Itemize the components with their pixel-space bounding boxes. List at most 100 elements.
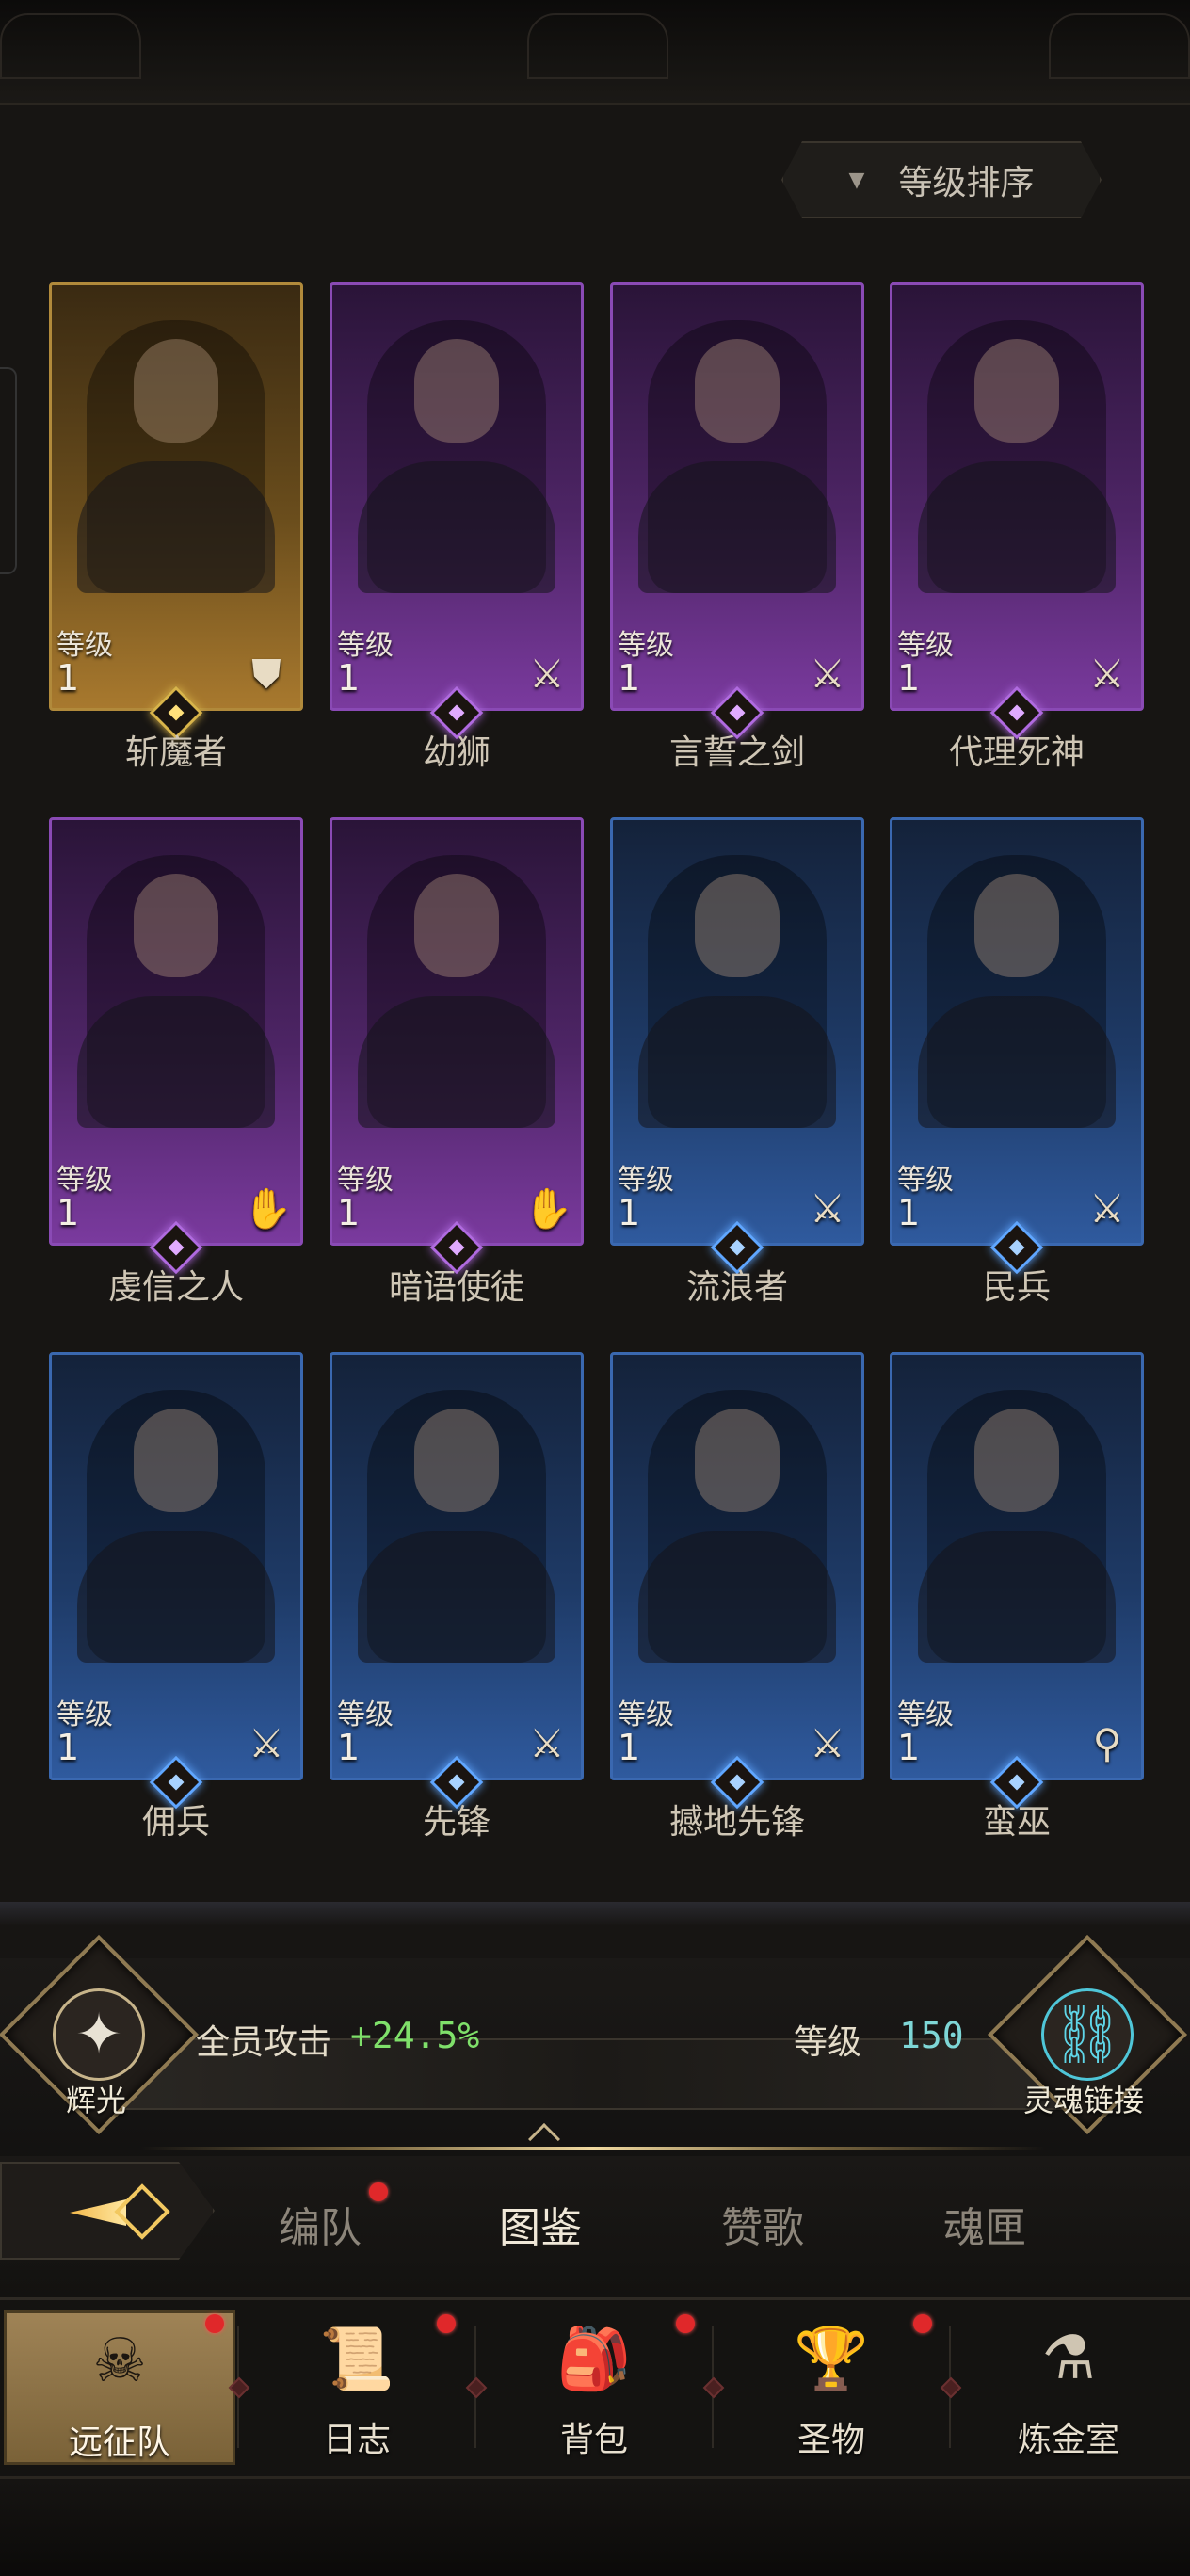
shield-icon: ⛊ [251, 651, 281, 697]
hero-name: 虔信之人 [107, 1268, 244, 1307]
hero-portrait [918, 855, 1116, 1128]
tab-soul-box[interactable]: 魂匣 [943, 2194, 1026, 2254]
hero-card[interactable]: 等级 1 ⚔ 民兵 [890, 817, 1144, 1307]
level-value: 1 [337, 1727, 361, 1768]
hero-name: 代理死神 [948, 733, 1085, 772]
team-attack-value: +24.5% [350, 2015, 480, 2056]
sword-icon: ⚔ [810, 651, 845, 697]
hero-card[interactable]: 等级 1 ⚔ 幼狮 [330, 282, 584, 772]
sword-icon: ⚔ [810, 1185, 845, 1232]
frame-ornament [0, 13, 141, 79]
hero-card[interactable]: 等级 1 ⚔ 流浪者 [610, 817, 864, 1307]
radiance-label: 辉光 [66, 2083, 127, 2118]
dropdown-arrow-icon: ▼ [848, 168, 865, 192]
hand-icon: ✋ [523, 1185, 573, 1232]
sword-icon: ⚔ [529, 651, 565, 697]
side-pull-tab[interactable] [0, 367, 17, 574]
sort-by-level-button[interactable]: ▼ 等级排序 [781, 141, 1102, 218]
staff-icon: ⚲ [1092, 1720, 1122, 1766]
hero-name: 佣兵 [141, 1803, 210, 1842]
diamond-icon [114, 2183, 170, 2240]
hero-name: 流浪者 [685, 1268, 788, 1307]
tab-codex[interactable]: 图鉴 [499, 2194, 582, 2254]
hero-card[interactable]: 等级 1 ⚔ 先锋 [330, 1352, 584, 1842]
chalice-icon: 🏆 [794, 2325, 869, 2394]
level-value: 1 [897, 1727, 921, 1768]
soul-level-label: 等级 [794, 2023, 862, 2062]
hero-name: 暗语使徒 [388, 1268, 524, 1307]
sort-label: 等级排序 [898, 164, 1035, 202]
hero-portrait [77, 1390, 275, 1663]
hero-name: 先锋 [422, 1803, 490, 1842]
tab-hymn[interactable]: 赞歌 [721, 2194, 804, 2254]
hero-name: 斩魔者 [124, 733, 227, 772]
level-value: 1 [56, 1727, 80, 1768]
hero-card[interactable]: 等级 1 ⚔ 言誓之剑 [610, 282, 864, 772]
nav-label: 炼金室 [1017, 2421, 1119, 2459]
hero-portrait [918, 1390, 1116, 1663]
hero-name: 幼狮 [422, 733, 490, 772]
hero-card[interactable]: 等级 1 ✋ 虔信之人 [49, 817, 303, 1307]
hero-card[interactable]: 等级 1 ⚲ 蛮巫 [890, 1352, 1144, 1842]
hero-portrait [77, 855, 275, 1128]
soul-level-value: 150 [899, 2015, 964, 2056]
level-value: 1 [618, 1727, 641, 1768]
hero-name: 言誓之剑 [668, 733, 805, 772]
hero-card[interactable]: 等级 1 ✋ 暗语使徒 [330, 817, 584, 1307]
nav-label: 日志 [322, 2421, 391, 2459]
hero-portrait [638, 1390, 836, 1663]
helmet-icon: ☠ [92, 2326, 147, 2396]
sword-icon: ⚔ [249, 1720, 284, 1766]
nav-label: 背包 [559, 2421, 628, 2459]
level-value: 1 [337, 1192, 361, 1233]
nav-journal[interactable]: 📜 日志 [241, 2310, 473, 2465]
team-attack-label: 全员攻击 [196, 2023, 332, 2062]
tab-formation[interactable]: 编队 [279, 2194, 362, 2254]
frame-ornament [1049, 13, 1190, 79]
nav-backpack[interactable]: 🎒 背包 [478, 2310, 710, 2465]
top-frame [0, 0, 1190, 105]
bottom-frame [0, 2476, 1190, 2576]
notification-dot [913, 2314, 932, 2333]
level-value: 1 [337, 657, 361, 699]
hero-portrait [638, 855, 836, 1128]
hero-portrait [358, 1390, 555, 1663]
nav-relics[interactable]: 🏆 圣物 [716, 2310, 947, 2465]
hero-card[interactable]: 等级 1 ⛊ 斩魔者 [49, 282, 303, 772]
next-row-peek [0, 1902, 1190, 1926]
level-value: 1 [618, 657, 641, 699]
notification-dot [205, 2314, 224, 2333]
hero-name: 蛮巫 [982, 1803, 1051, 1842]
sword-icon: ⚔ [1089, 1185, 1125, 1232]
frame-ornament [527, 13, 668, 79]
notification-dot [676, 2314, 695, 2333]
nav-label: 圣物 [796, 2421, 865, 2459]
hero-portrait [77, 320, 275, 593]
level-value: 1 [897, 1192, 921, 1233]
notification-dot [437, 2314, 456, 2333]
sword-icon: ⚔ [1089, 651, 1125, 697]
hero-portrait [358, 320, 555, 593]
hero-name: 民兵 [982, 1268, 1051, 1307]
soul-link-label: 灵魂链接 [1023, 2083, 1145, 2118]
glow-divider [141, 2147, 1045, 2150]
nav-expedition[interactable]: ☠ 远征队 [4, 2310, 235, 2465]
hero-name: 撼地先锋 [668, 1803, 805, 1842]
notification-dot [369, 2182, 388, 2201]
hand-icon: ✋ [243, 1185, 293, 1232]
hero-portrait [358, 855, 555, 1128]
nav-label: 远征队 [68, 2423, 170, 2462]
bag-icon: 🎒 [556, 2325, 632, 2394]
level-value: 1 [897, 657, 921, 699]
level-value: 1 [56, 657, 80, 699]
hero-card[interactable]: 等级 1 ⚔ 撼地先锋 [610, 1352, 864, 1842]
level-value: 1 [56, 1192, 80, 1233]
scroll-icon: 📜 [319, 2325, 394, 2394]
nav-alchemy[interactable]: ⚗ 炼金室 [953, 2310, 1184, 2465]
hero-card[interactable]: 等级 1 ⚔ 代理死神 [890, 282, 1144, 772]
back-button[interactable] [0, 2162, 215, 2260]
hero-portrait [918, 320, 1116, 593]
bonus-bar [0, 1958, 1190, 2175]
hero-card[interactable]: 等级 1 ⚔ 佣兵 [49, 1352, 303, 1842]
hero-portrait [638, 320, 836, 593]
